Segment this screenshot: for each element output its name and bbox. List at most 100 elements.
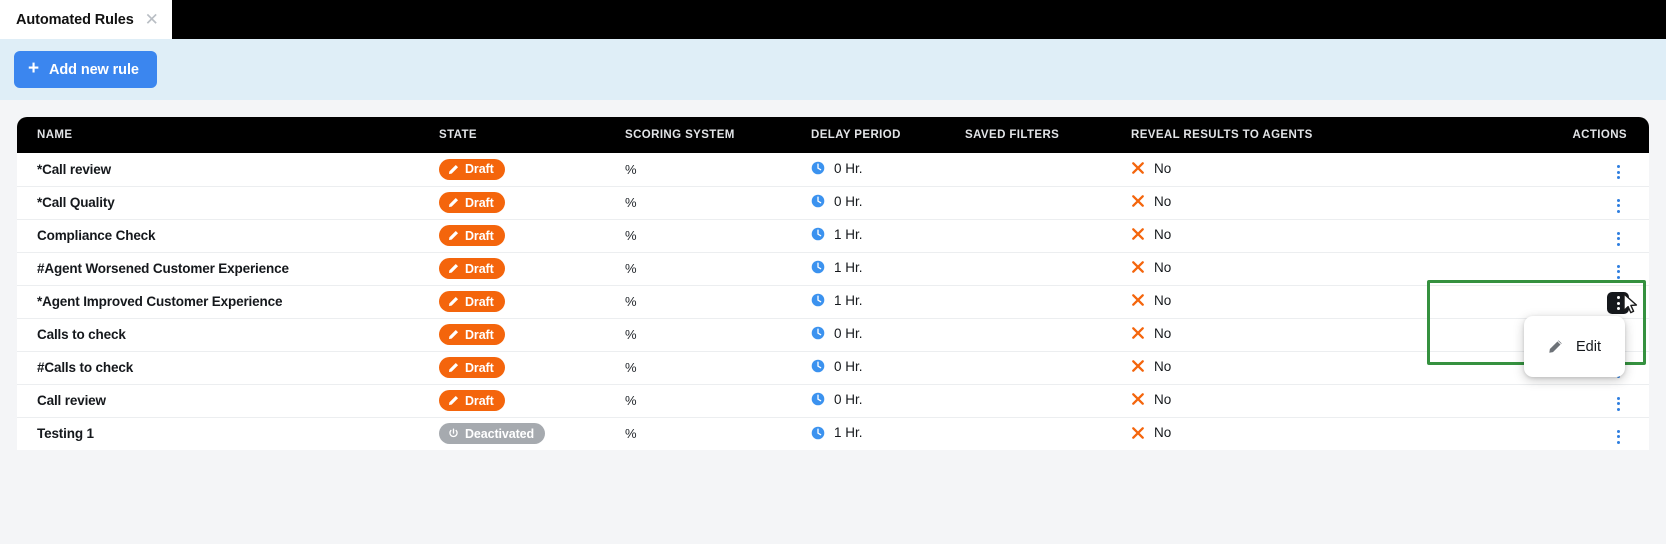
cell-state: Draft [439, 219, 625, 252]
table-row[interactable]: #Calls to check Draft% 0 Hr. No [17, 351, 1649, 384]
status-badge-label: Draft [465, 394, 494, 408]
delay-text: 0 Hr. [834, 161, 863, 176]
cell-name: Testing 1 [17, 417, 439, 450]
cell-saved-filters [965, 252, 1131, 285]
status-badge[interactable]: Draft [439, 258, 505, 279]
cell-name: Call review [17, 384, 439, 417]
status-badge[interactable]: Draft [439, 159, 505, 180]
clock-icon [811, 227, 825, 241]
close-icon[interactable]: ✕ [144, 12, 160, 28]
kebab-icon[interactable] [1609, 262, 1627, 282]
status-badge[interactable]: Draft [439, 192, 505, 213]
cell-state: Draft [439, 351, 625, 384]
cell-saved-filters [965, 384, 1131, 417]
cell-saved-filters [965, 318, 1131, 351]
cell-scoring-system: % [625, 153, 811, 186]
status-badge[interactable]: Deactivated [439, 423, 545, 444]
table-row[interactable]: *Call review Draft% 0 Hr. No [17, 153, 1649, 186]
status-badge[interactable]: Draft [439, 357, 505, 378]
cell-reveal-results: No [1131, 351, 1437, 384]
cell-delay-period: 0 Hr. [811, 318, 965, 351]
table-row[interactable]: *Call Quality Draft% 0 Hr. No [17, 186, 1649, 219]
cell-saved-filters [965, 186, 1131, 219]
cell-reveal-results: No [1131, 219, 1437, 252]
cell-state: Draft [439, 153, 625, 186]
cell-state: Draft [439, 384, 625, 417]
status-badge[interactable]: Draft [439, 225, 505, 246]
clock-icon [811, 293, 825, 307]
cell-reveal-results: No [1131, 252, 1437, 285]
pencil-icon [448, 164, 459, 175]
delay-text: 1 Hr. [834, 260, 863, 275]
pencil-icon [448, 296, 459, 307]
pencil-icon [448, 362, 459, 373]
clock-icon [811, 161, 825, 175]
column-header-delay-period: DELAY PERIOD [811, 117, 965, 153]
column-header-saved-filters: SAVED FILTERS [965, 117, 1131, 153]
cell-scoring-system: % [625, 384, 811, 417]
reveal-text: No [1154, 260, 1171, 275]
cell-name: Compliance Check [17, 219, 439, 252]
rules-table: NAME STATE SCORING SYSTEM DELAY PERIOD S… [17, 117, 1649, 450]
reveal-text: No [1154, 326, 1171, 341]
table-header: NAME STATE SCORING SYSTEM DELAY PERIOD S… [17, 117, 1649, 153]
delay-period-value: 1 Hr. [811, 425, 863, 440]
pencil-icon [448, 329, 459, 340]
x-icon [1131, 293, 1145, 307]
cell-saved-filters [965, 153, 1131, 186]
cell-name: Calls to check [17, 318, 439, 351]
cell-delay-period: 1 Hr. [811, 417, 965, 450]
cell-saved-filters [965, 351, 1131, 384]
delay-period-value: 0 Hr. [811, 194, 863, 209]
add-new-rule-button[interactable]: + Add new rule [14, 51, 157, 88]
delay-period-value: 0 Hr. [811, 359, 863, 374]
clock-icon [811, 359, 825, 373]
kebab-icon[interactable] [1609, 162, 1627, 182]
scoring-system-value: % [625, 228, 637, 243]
scoring-system-value: % [625, 393, 637, 408]
kebab-icon[interactable] [1609, 394, 1627, 414]
kebab-icon[interactable] [1609, 196, 1627, 216]
status-badge-label: Draft [465, 295, 494, 309]
status-badge-label: Draft [465, 229, 494, 243]
pencil-icon [448, 197, 459, 208]
scoring-system-value: % [625, 327, 637, 342]
kebab-icon[interactable] [1609, 427, 1627, 447]
table-row[interactable]: Call review Draft% 0 Hr. No [17, 384, 1649, 417]
cell-actions [1437, 219, 1649, 252]
cell-reveal-results: No [1131, 186, 1437, 219]
page-body: NAME STATE SCORING SYSTEM DELAY PERIOD S… [0, 100, 1666, 544]
cell-scoring-system: % [625, 417, 811, 450]
table-row[interactable]: Calls to check Draft% 0 Hr. No [17, 318, 1649, 351]
kebab-icon[interactable] [1609, 229, 1627, 249]
reveal-text: No [1154, 161, 1171, 176]
cell-state: Draft [439, 252, 625, 285]
status-badge[interactable]: Draft [439, 291, 505, 312]
delay-text: 1 Hr. [834, 425, 863, 440]
reveal-results-value: No [1131, 227, 1171, 242]
tab-automated-rules[interactable]: Automated Rules ✕ [0, 0, 172, 39]
status-badge-label: Draft [465, 196, 494, 210]
x-icon [1131, 161, 1145, 175]
table-row[interactable]: Compliance Check Draft% 1 Hr. No [17, 219, 1649, 252]
x-icon [1131, 359, 1145, 373]
status-badge[interactable]: Draft [439, 390, 505, 411]
table-row[interactable]: Testing 1 Deactivated% 1 Hr. No [17, 417, 1649, 450]
cell-delay-period: 0 Hr. [811, 351, 965, 384]
cell-scoring-system: % [625, 252, 811, 285]
status-badge[interactable]: Draft [439, 324, 505, 345]
table-row[interactable]: *Agent Improved Customer Experience Draf… [17, 285, 1649, 318]
toolbar: + Add new rule [0, 39, 1666, 100]
reveal-text: No [1154, 425, 1171, 440]
actions-context-menu[interactable]: Edit [1524, 316, 1625, 377]
reveal-results-value: No [1131, 194, 1171, 209]
x-icon [1131, 260, 1145, 274]
table-row[interactable]: #Agent Worsened Customer Experience Draf… [17, 252, 1649, 285]
cell-reveal-results: No [1131, 285, 1437, 318]
context-menu-item-edit[interactable]: Edit [1542, 339, 1607, 355]
cell-saved-filters [965, 219, 1131, 252]
reveal-results-value: No [1131, 392, 1171, 407]
pencil-icon [448, 395, 459, 406]
status-badge-label: Deactivated [465, 427, 534, 441]
pencil-icon [1548, 339, 1563, 354]
